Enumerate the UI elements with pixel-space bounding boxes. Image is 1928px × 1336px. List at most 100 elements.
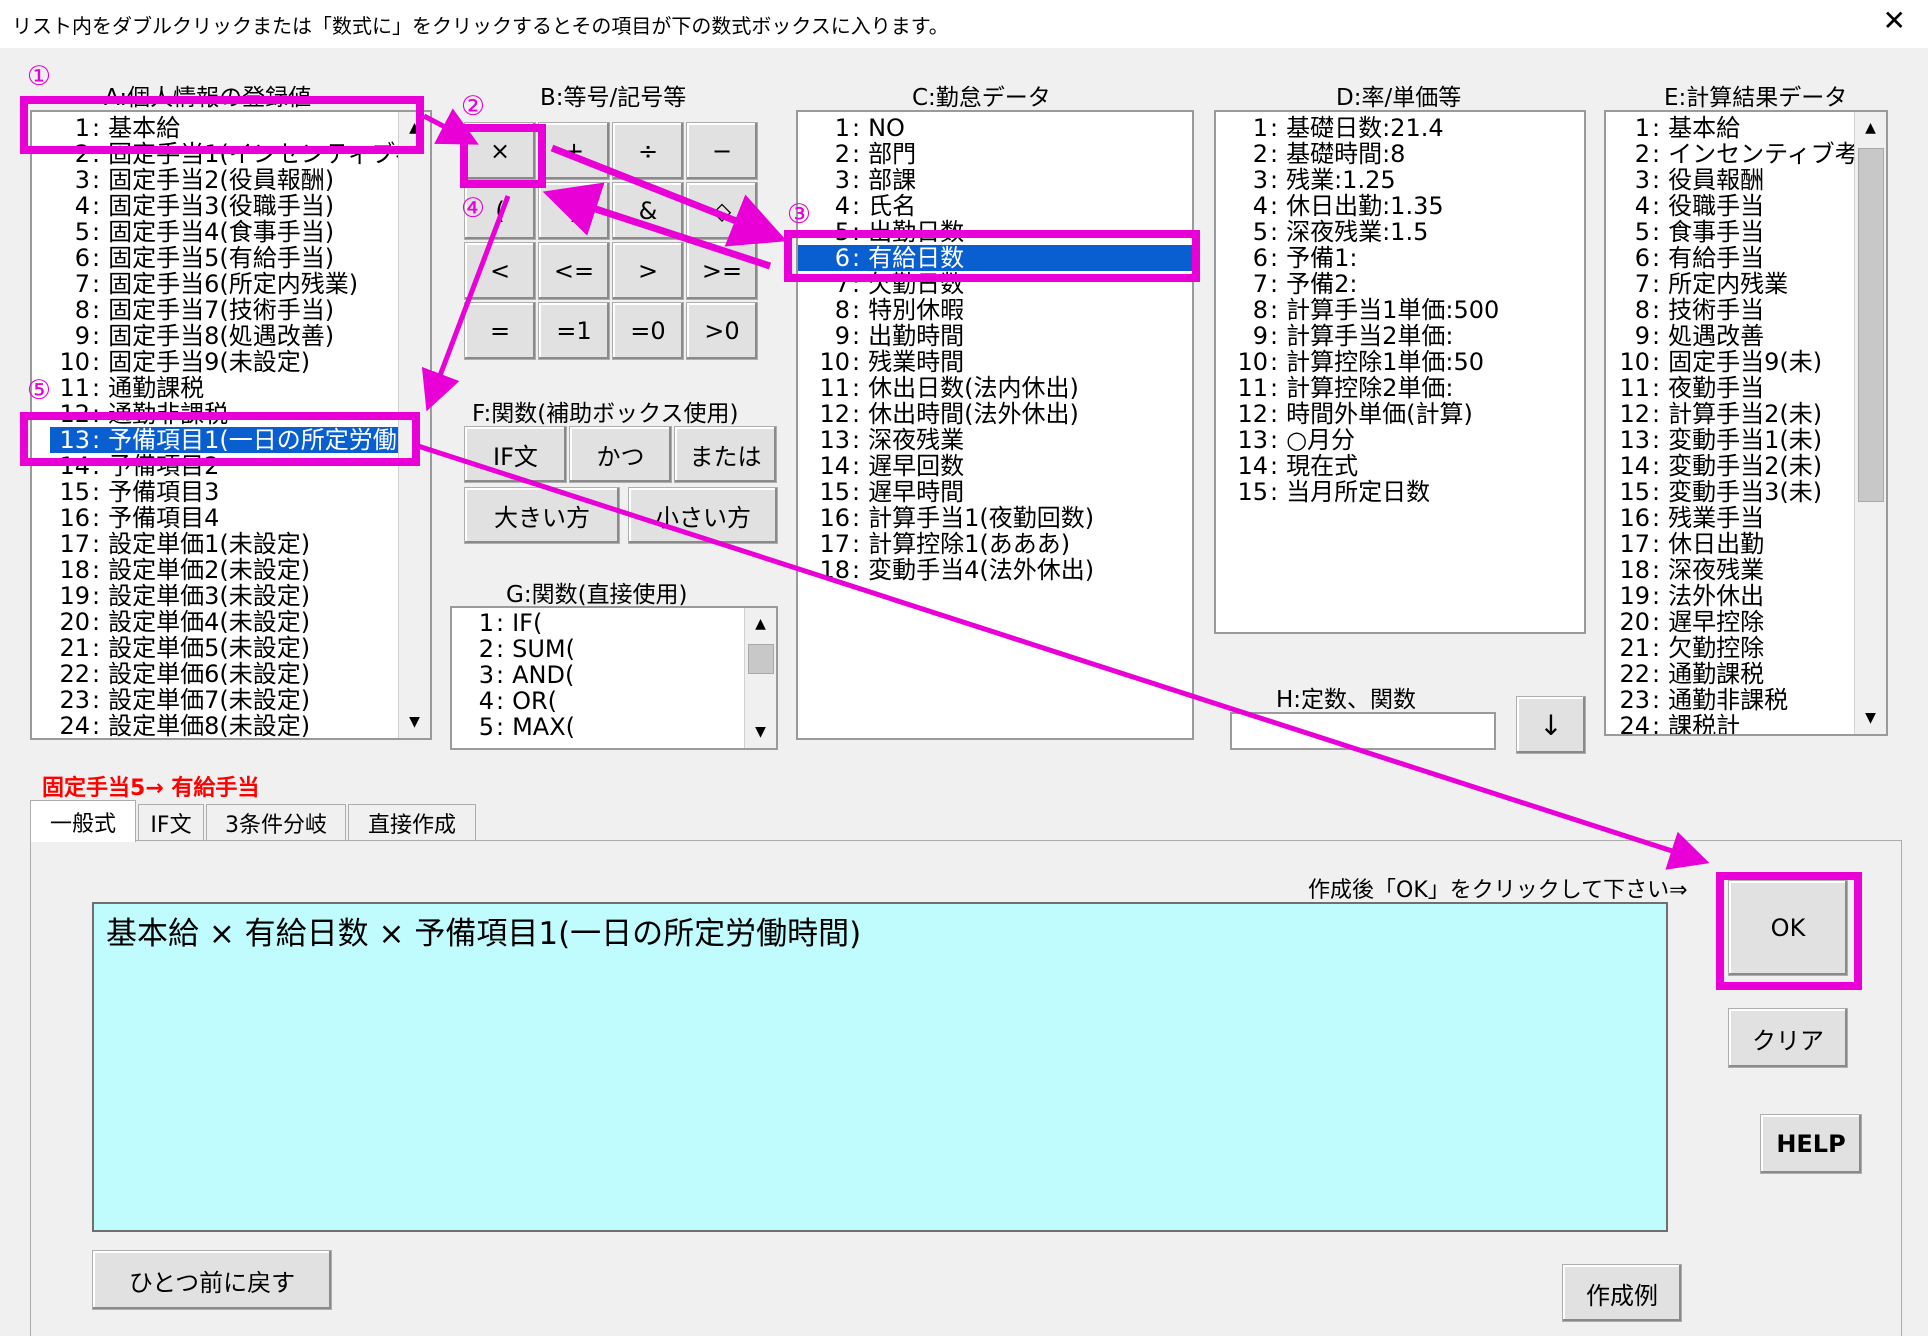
list-g-scrollbar[interactable]: ▲ ▼ [744,608,776,748]
list-item[interactable]: 17: 休日出勤 [1606,531,1886,557]
symbol-greater-than-button[interactable]: > [612,242,684,300]
symbol-ampersand-button[interactable]: & [612,182,684,240]
clear-button[interactable]: クリア [1728,1008,1848,1068]
list-item[interactable]: 2: 基礎時間:8 [1216,141,1584,167]
list-item[interactable]: 12: 時間外単価(計算) [1216,401,1584,427]
list-item[interactable]: 12: 計算手当2(未) [1606,401,1886,427]
list-item[interactable]: 6: 固定手当5(有給手当) [50,245,430,271]
list-item[interactable]: 17: 設定単価1(未設定) [50,531,430,557]
undo-button[interactable]: ひとつ前に戻す [92,1250,332,1310]
list-item[interactable]: 18: 深夜残業 [1606,557,1886,583]
list-item[interactable]: 7: 固定手当6(所定内残業) [50,271,430,297]
list-d-rate-unit[interactable]: 1: 基礎日数:21.4 2: 基礎時間:8 3: 残業:1.25 4: 休日出勤:1.35 5… [1214,110,1586,634]
list-item[interactable]: 2: インセンティブ考課 [1606,141,1886,167]
symbol-greater-zero-button[interactable]: >0 [686,302,758,360]
tab-three-branch[interactable]: 3条件分岐 [206,804,346,840]
list-item[interactable]: 8: 計算手当1単価:500 [1216,297,1584,323]
list-item[interactable]: 16: 残業手当 [1606,505,1886,531]
list-item[interactable]: 11: 計算控除2単価: [1216,375,1584,401]
list-item[interactable]: 4: 固定手当3(役職手当) [50,193,430,219]
scroll-down-icon[interactable]: ▼ [399,706,430,738]
constant-input[interactable] [1230,712,1496,750]
list-item[interactable]: 6: 有給手当 [1606,245,1886,271]
symbol-equal-one-button[interactable]: =1 [538,302,610,360]
list-item[interactable]: 5: 食事手当 [1606,219,1886,245]
list-item[interactable]: 3: AND( [472,662,776,688]
symbol-less-equal-button[interactable]: <= [538,242,610,300]
list-item[interactable]: 7: 予備2: [1216,271,1584,297]
list-item[interactable]: 4: 氏名 [798,193,1192,219]
list-item[interactable]: 3: 部課 [798,167,1192,193]
scroll-thumb[interactable] [1858,148,1884,502]
list-item[interactable]: 14: 現在式 [1216,453,1584,479]
tab-general[interactable]: 一般式 [30,800,136,842]
list-item[interactable]: 10: 計算控除1単価:50 [1216,349,1584,375]
list-item[interactable]: 1: NO [798,115,1192,141]
list-item[interactable]: 11: 夜勤手当 [1606,375,1886,401]
list-item[interactable]: 3: 残業:1.25 [1216,167,1584,193]
list-item[interactable]: 3: 固定手当2(役員報酬) [50,167,430,193]
list-item[interactable]: 9: 計算手当2単価: [1216,323,1584,349]
help-button[interactable]: HELP [1760,1114,1862,1174]
list-item[interactable]: 9: 固定手当8(処遇改善) [50,323,430,349]
symbol-minus-button[interactable]: − [686,122,758,180]
list-item[interactable]: 8: 特別休暇 [798,297,1192,323]
list-item[interactable]: 22: 設定単価6(未設定) [50,661,430,687]
list-item[interactable]: 4: 休日出勤:1.35 [1216,193,1584,219]
symbol-close-paren-button[interactable]: ) [538,182,610,240]
list-item[interactable]: 4: OR( [472,688,776,714]
list-item[interactable]: 20: 遅早控除 [1606,609,1886,635]
list-g-functions[interactable]: 1: IF(2: SUM(3: AND(4: OR(5: MAX( ▲ ▼ [450,606,778,750]
list-item[interactable]: 3: 役員報酬 [1606,167,1886,193]
list-item[interactable]: 13: 変動手当1(未) [1606,427,1886,453]
list-item[interactable]: 24: 設定単価8(未設定) [50,713,430,738]
scroll-down-icon[interactable]: ▼ [745,716,776,748]
list-item[interactable]: 8: 技術手当 [1606,297,1886,323]
scroll-up-icon[interactable]: ▲ [1855,112,1886,144]
list-item[interactable]: 18: 変動手当4(法外休出) [798,557,1192,583]
list-item[interactable]: 10: 固定手当9(未設定) [50,349,430,375]
list-item[interactable]: 5: 固定手当4(食事手当) [50,219,430,245]
symbol-greater-equal-button[interactable]: >= [686,242,758,300]
list-item[interactable]: 12: 休出時間(法外休出) [798,401,1192,427]
func-and-button[interactable]: かつ [569,426,672,483]
list-item[interactable]: 8: 固定手当7(技術手当) [50,297,430,323]
list-e-scrollbar[interactable]: ▲ ▼ [1854,112,1886,734]
list-item[interactable]: 18: 設定単価2(未設定) [50,557,430,583]
list-item[interactable]: 4: 役職手当 [1606,193,1886,219]
list-item[interactable]: 5: MAX( [472,714,776,740]
list-item[interactable]: 20: 設定単価4(未設定) [50,609,430,635]
func-or-button[interactable]: または [674,426,777,483]
list-item[interactable]: 13: ○月分 [1216,427,1584,453]
scroll-thumb[interactable] [748,644,774,674]
list-item[interactable]: 10: 残業時間 [798,349,1192,375]
func-max-button[interactable]: 大きい方 [464,487,620,544]
symbol-equal-button[interactable]: = [464,302,536,360]
formula-box[interactable]: 基本給 × 有給日数 × 予備項目1(一日の所定労働時間) [92,902,1668,1232]
list-item[interactable]: 1: 基本給 [1606,115,1886,141]
tab-direct[interactable]: 直接作成 [348,804,476,840]
list-item[interactable]: 9: 出勤時間 [798,323,1192,349]
list-item[interactable]: 16: 予備項目4 [50,505,430,531]
list-item[interactable]: 19: 設定単価3(未設定) [50,583,430,609]
scroll-down-icon[interactable]: ▼ [1855,702,1886,734]
tab-if[interactable]: IF文 [138,804,204,840]
list-item[interactable]: 19: 法外休出 [1606,583,1886,609]
list-item[interactable]: 21: 欠勤控除 [1606,635,1886,661]
list-item[interactable]: 13: 深夜残業 [798,427,1192,453]
list-item[interactable]: 11: 休出日数(法内休出) [798,375,1192,401]
symbol-plus-button[interactable]: + [538,122,610,180]
scroll-up-icon[interactable]: ▲ [745,608,776,640]
func-min-button[interactable]: 小さい方 [628,487,778,544]
list-item[interactable]: 23: 通勤非課税 [1606,687,1886,713]
list-item[interactable]: 6: 予備1: [1216,245,1584,271]
symbol-less-than-button[interactable]: < [464,242,536,300]
list-item[interactable]: 15: 予備項目3 [50,479,430,505]
list-item[interactable]: 11: 通勤課税 [50,375,430,401]
list-item[interactable]: 17: 計算控除1(あああ) [798,531,1192,557]
example-button[interactable]: 作成例 [1562,1264,1682,1322]
list-item[interactable]: 22: 通勤課税 [1606,661,1886,687]
list-item[interactable]: 2: SUM( [472,636,776,662]
list-item[interactable]: 9: 処遇改善 [1606,323,1886,349]
list-item[interactable]: 15: 遅早時間 [798,479,1192,505]
